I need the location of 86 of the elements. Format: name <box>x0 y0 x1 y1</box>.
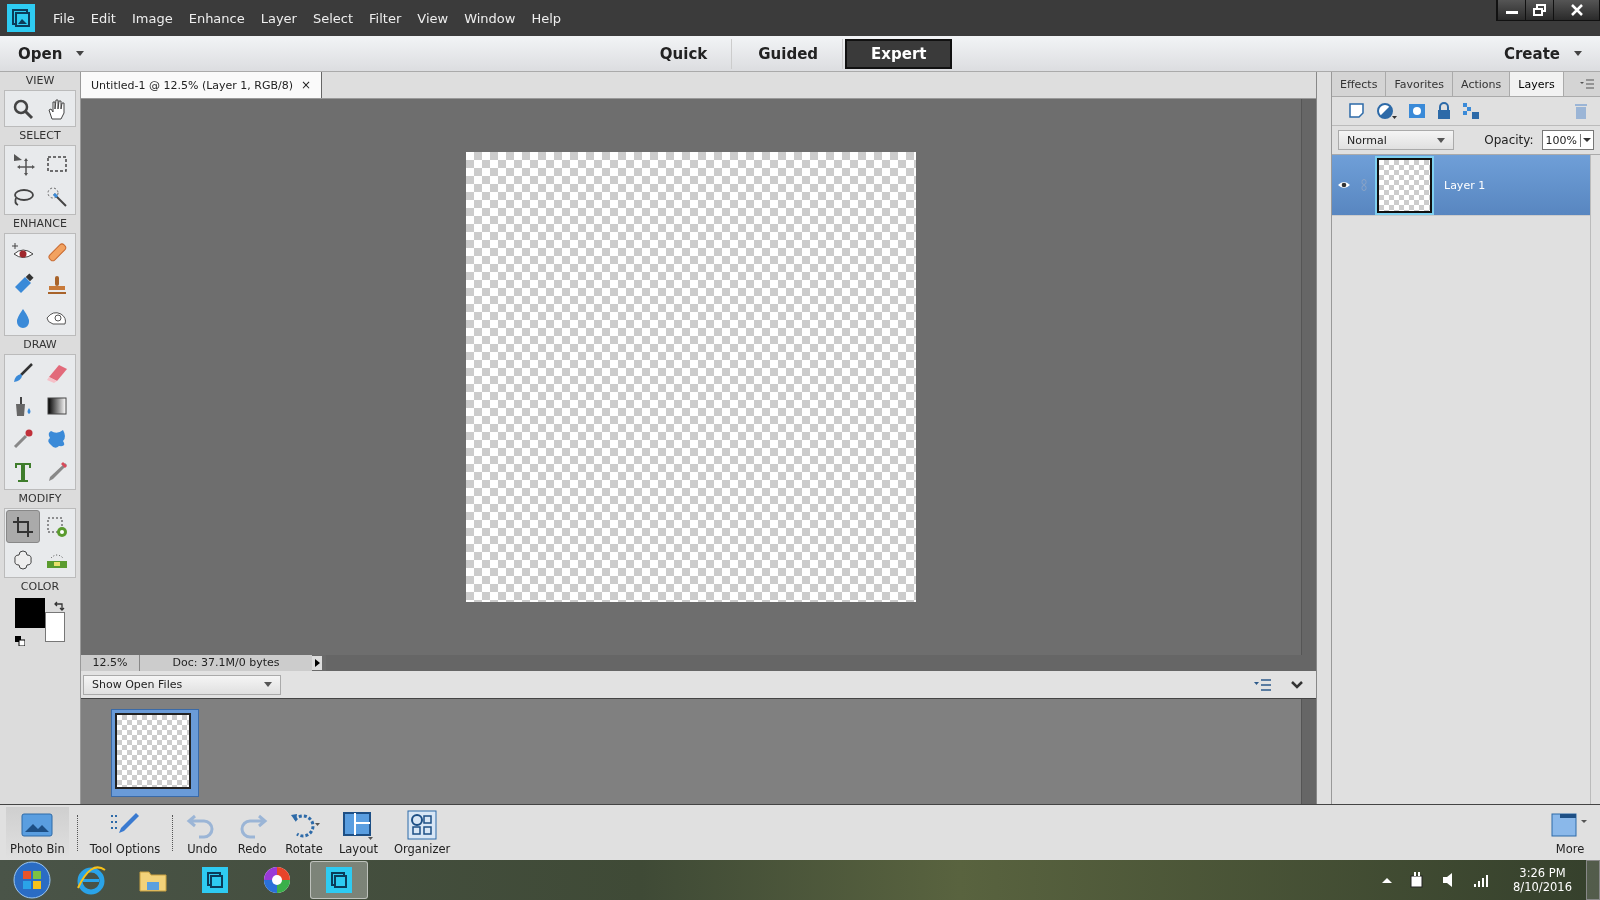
menu-item[interactable]: Image <box>131 10 173 26</box>
menu-item[interactable]: File <box>53 10 75 26</box>
document-info: Doc: 37.1M/0 bytes <box>140 655 312 671</box>
tab-close-button[interactable]: × <box>301 78 312 92</box>
redo-button[interactable]: Redo <box>231 806 274 859</box>
create-button[interactable]: Create <box>1485 38 1600 69</box>
close-icon <box>1569 4 1584 16</box>
default-colors-icon[interactable] <box>15 636 25 646</box>
tool-section-title: COLOR <box>20 579 60 595</box>
document-tab[interactable]: Untitled-1 @ 12.5% (Layer 1, RGB/8) × <box>81 72 323 98</box>
photo-thumbnail[interactable] <box>111 709 199 797</box>
clock-time: 3:26 PM <box>1519 866 1566 880</box>
opacity-field[interactable]: 100% <box>1541 130 1594 150</box>
tool-section-title: DRAW <box>23 337 57 353</box>
tool-button[interactable] <box>6 510 40 543</box>
menu-item[interactable]: Filter <box>369 10 402 26</box>
new-layer-icon[interactable] <box>1348 102 1366 120</box>
blend-mode-dropdown[interactable]: Normal <box>1338 130 1454 150</box>
mode-tab[interactable]: Expert <box>845 38 953 69</box>
open-button[interactable]: Open <box>0 38 103 69</box>
more-button[interactable]: More <box>1546 806 1594 859</box>
tool-section-title: VIEW <box>25 73 55 89</box>
photo-app-icon <box>199 864 231 896</box>
panel-menu-icon[interactable] <box>1254 678 1272 691</box>
minimize-button[interactable] <box>1497 0 1525 20</box>
opacity-label: Opacity: <box>1484 133 1534 147</box>
layer-thumbnail <box>1377 157 1432 213</box>
tool-section-title: ENHANCE <box>13 216 67 232</box>
frame-gear-icon <box>45 514 69 539</box>
move-arrow-icon <box>11 151 35 176</box>
menu-item[interactable]: Window <box>464 10 516 26</box>
caret-icon <box>76 51 85 56</box>
menu-item[interactable]: View <box>417 10 449 26</box>
tool-section-title: SELECT <box>19 128 61 144</box>
menu-item[interactable]: Edit <box>90 10 116 26</box>
chevron-down-icon[interactable] <box>1290 679 1304 690</box>
lock-transparency-icon[interactable] <box>1462 102 1480 120</box>
panel-tab[interactable]: Effects <box>1332 72 1387 96</box>
flower-outline-icon <box>11 547 35 572</box>
rotate-button[interactable]: Rotate <box>281 806 327 859</box>
undo-button[interactable]: Undo <box>181 806 224 859</box>
app-logo-icon[interactable] <box>7 4 35 32</box>
tool-section-title: MODIFY <box>18 491 62 507</box>
close-button[interactable] <box>1553 0 1599 20</box>
taskbar-app-button[interactable] <box>310 861 368 899</box>
caret-icon <box>264 682 272 687</box>
browser-icon <box>75 864 107 896</box>
menu-item[interactable]: Layer <box>260 10 297 26</box>
panel-tab[interactable]: Layers <box>1510 72 1564 96</box>
panel-tab[interactable]: Favorites <box>1386 72 1454 96</box>
padlock-icon[interactable] <box>1436 102 1452 120</box>
restore-button[interactable] <box>1525 0 1553 20</box>
signal-bars-icon[interactable] <box>1473 873 1490 887</box>
mode-tab[interactable]: Quick <box>635 38 733 69</box>
grid-icon <box>405 809 440 840</box>
photo-app-icon <box>323 864 355 896</box>
foreground-swatch[interactable] <box>15 598 45 628</box>
tray-expand-icon[interactable] <box>1381 876 1394 884</box>
layer-name: Layer 1 <box>1444 178 1486 192</box>
menu-item[interactable]: Enhance <box>188 10 245 26</box>
half-circle-icon[interactable] <box>1376 102 1398 120</box>
mask-icon[interactable] <box>1408 102 1426 120</box>
caret-icon <box>1437 137 1445 143</box>
tool-options-button[interactable]: Tool Options <box>85 806 165 859</box>
organizer-button[interactable]: Organizer <box>389 806 455 859</box>
document-title: Untitled-1 @ 12.5% (Layer 1, RGB/8) <box>91 78 294 92</box>
caret-icon <box>1574 51 1582 56</box>
clock-date: 8/10/2016 <box>1513 880 1572 894</box>
play-triangle-icon[interactable] <box>312 656 322 670</box>
mode-tab[interactable]: Guided <box>734 38 844 69</box>
vertical-scrollbar[interactable] <box>1301 99 1316 655</box>
menu-item[interactable]: Help <box>531 10 562 26</box>
eye-icon[interactable] <box>1337 180 1351 190</box>
menu-item[interactable]: Select <box>312 10 354 26</box>
bin-scrollbar[interactable] <box>1301 699 1316 804</box>
pinwheel-icon <box>261 864 293 896</box>
crop-icon <box>11 514 35 539</box>
start-orb-icon[interactable] <box>12 860 52 900</box>
restore-icon <box>1532 4 1547 16</box>
brush-icon <box>11 360 35 385</box>
swap-arrows-icon[interactable] <box>53 600 65 612</box>
layout-button[interactable]: Layout <box>334 806 382 859</box>
power-plug-icon[interactable] <box>1409 871 1426 889</box>
background-swatch[interactable] <box>45 612 65 642</box>
zoom-level: 12.5% <box>81 655 140 671</box>
bin-filter-dropdown[interactable]: Show Open Files <box>83 674 281 695</box>
